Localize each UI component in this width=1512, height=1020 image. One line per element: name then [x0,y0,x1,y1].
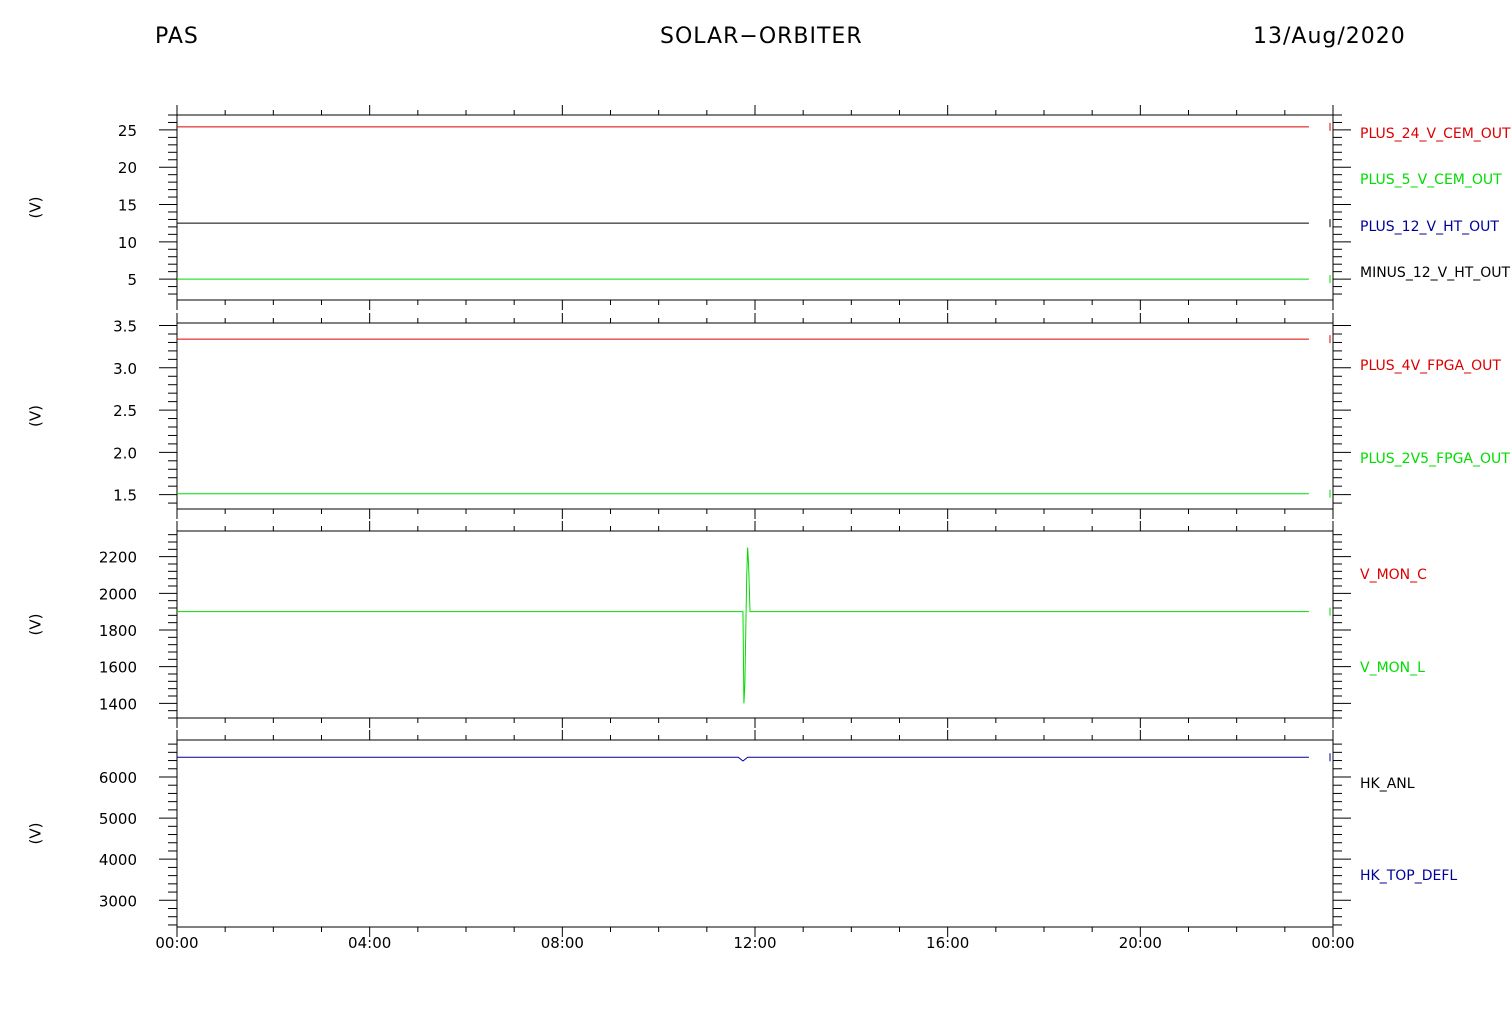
panel-2-frame [176,322,1334,510]
panel-1-frame [176,114,1334,301]
x-tick-label: 20:00 [1119,934,1162,952]
y-tick-label: 2.0 [113,444,137,462]
legend-v-mon-l: V_MON_L [1360,660,1425,676]
x-tick-label: 12:00 [733,934,776,952]
y-tick-label: 3.5 [113,318,137,336]
legend-plus-5-v-cem-out: PLUS_5_V_CEM_OUT [1360,172,1502,188]
y-tick-label: 3.0 [113,360,137,378]
y-tick-label: 1800 [99,622,137,640]
y-tick-label: 5000 [99,810,137,828]
legend-plus-4v-fpga-out: PLUS_4V_FPGA_OUT [1360,358,1501,374]
legend-hk-anl: HK_ANL [1360,776,1415,792]
y-axis-label: (V) [27,405,45,427]
y-tick-label: 2.5 [113,402,137,420]
y-tick-label: 15 [118,197,137,215]
legend-v-mon-c: V_MON_C [1360,567,1427,583]
series-line-hk-top-defl [177,756,1309,762]
legend-minus-12-v-ht-out: MINUS_12_V_HT_OUT [1360,265,1511,281]
y-tick-label: 5 [127,271,137,289]
y-tick-label: 2200 [99,549,137,567]
y-tick-label: 1600 [99,659,137,677]
y-tick-label: 6000 [99,769,137,787]
x-tick-label: 04:00 [348,934,391,952]
x-tick-label: 00:00 [155,934,198,952]
y-tick-label: 2000 [99,585,137,603]
x-tick-label: 00:00 [1311,934,1354,952]
timeseries-plot: 5 10 15 20 25 (V) PLUS_24_V_CEM_OUT PLUS_5_V_CE… [27,105,1511,952]
legend-hk-top-defl: HK_TOP_DEFL [1360,868,1457,884]
panel-3-frame [176,530,1334,719]
y-tick-label: 10 [118,234,137,252]
y-axis-label: (V) [27,823,45,845]
y-tick-label: 20 [118,159,137,177]
legend-plus-24-v-cem-out: PLUS_24_V_CEM_OUT [1360,126,1511,142]
y-tick-label: 3000 [99,892,137,910]
y-axis-label: (V) [27,614,45,636]
y-axis-label: (V) [27,197,45,219]
series-line-v-mon-l [177,547,1309,704]
legend-plus-2v5-fpga-out: PLUS_2V5_FPGA_OUT [1360,451,1510,467]
x-tick-label: 08:00 [541,934,584,952]
y-tick-label: 1400 [99,695,137,713]
y-tick-label: 4000 [99,851,137,869]
y-tick-label: 25 [118,122,137,140]
y-tick-label: 1.5 [113,487,137,505]
legend-plus-12-v-ht-out: PLUS_12_V_HT_OUT [1360,219,1499,235]
x-tick-label: 16:00 [926,934,969,952]
panel-4-frame [176,739,1334,928]
